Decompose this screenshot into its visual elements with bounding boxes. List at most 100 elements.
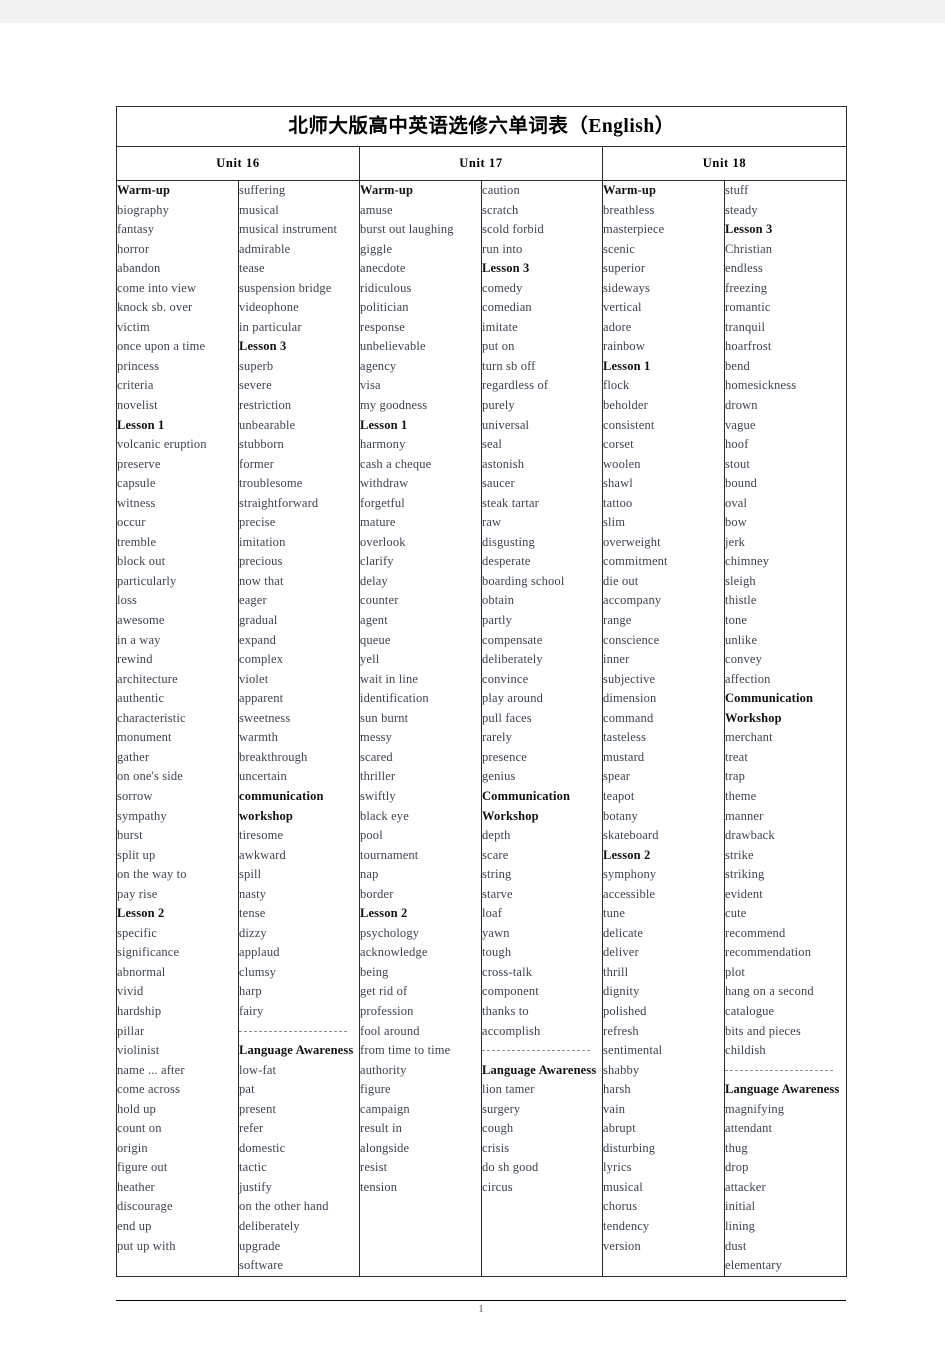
word-entry: regardless of [482, 378, 549, 393]
word-entry: tactic [239, 1160, 267, 1175]
word-entry: harsh [603, 1082, 631, 1097]
word-entry: once upon a time [117, 339, 206, 354]
word-entry: princess [117, 358, 160, 373]
word-entry: woolen [603, 456, 641, 471]
table-title-row: 北师大版高中英语选修六单词表（English） [115, 106, 848, 147]
word-entry: horror [117, 241, 150, 256]
section-heading: Language Awareness [725, 1082, 840, 1097]
word-entry: corset [603, 437, 634, 452]
word-entry: manner [725, 808, 764, 823]
word-entry: slim [603, 515, 626, 530]
word-entry: presence [482, 749, 527, 764]
word-entry: convey [725, 652, 762, 667]
word-entry: beholder [603, 398, 648, 413]
word-entry: low-fat [239, 1062, 277, 1077]
word-entry: striking [725, 867, 765, 882]
word-entry: genius [482, 769, 516, 784]
word-entry: stout [725, 456, 751, 471]
word-entry: applaud [239, 945, 280, 960]
word-entry: merchant [725, 730, 773, 745]
word-entry: tiresome [239, 828, 284, 843]
word-entry: domestic [239, 1140, 286, 1155]
word-entry: hoarfrost [725, 339, 772, 354]
word-entry: rewind [117, 652, 153, 667]
unit-header-1: Unit 16 [116, 146, 360, 181]
word-entry: in particular [239, 319, 302, 334]
word-entry: caution [482, 183, 520, 197]
word-column: caution scratch scold forbid run into Lesson… [481, 180, 603, 1277]
word-entry: do sh good [482, 1160, 539, 1175]
page-title-close: ） [654, 116, 675, 137]
vocabulary-table: 北师大版高中英语选修六单词表（English） Unit 16 Unit 17 Un… [115, 106, 848, 1277]
word-entry: expand [239, 632, 276, 647]
word-entry: precise [239, 515, 276, 530]
word-entry: attendant [725, 1121, 773, 1136]
word-entry: warmth [239, 730, 279, 745]
word-entry: being [360, 964, 389, 979]
word-entry: initial [725, 1199, 756, 1214]
word-entry: discourage [117, 1199, 173, 1214]
word-entry: cross-talk [482, 964, 533, 979]
word-entry: suffering [239, 183, 286, 197]
word-entry: black eye [360, 808, 409, 823]
word-entry: come across [117, 1082, 181, 1097]
word-entry: purely [482, 398, 515, 413]
word-entry: vain [603, 1101, 626, 1116]
word-entry: version [603, 1238, 641, 1253]
word-entry: hardship [117, 1003, 162, 1018]
word-entry: forgetful [360, 495, 405, 510]
word-entry: steady [725, 202, 758, 217]
word-entry: apparent [239, 691, 284, 706]
section-heading: Lesson 3 [482, 261, 530, 276]
section-heading: Lesson 3 [239, 339, 287, 354]
word-entry: response [360, 319, 405, 334]
word-entry: eager [239, 593, 267, 608]
vocabulary-sheet: 北师大版高中英语选修六单词表（English） Unit 16 Unit 17 Un… [115, 106, 848, 1277]
word-entry: universal [482, 417, 530, 432]
word-entry: loss [117, 593, 138, 608]
word-entry: die out [603, 573, 639, 588]
word-entry: clarify [360, 554, 394, 569]
word-entry: magnifying [725, 1101, 785, 1116]
word-entry: delay [360, 573, 388, 588]
footer-rule [116, 1300, 846, 1301]
word-entry: wait in line [360, 671, 419, 686]
word-entry: justify [239, 1179, 272, 1194]
section-divider [239, 1022, 359, 1042]
word-entry: particularly [117, 573, 177, 588]
word-entry: desperate [482, 554, 531, 569]
word-list: Warm-up biography fantasy horror abandon come… [117, 181, 238, 1256]
word-entry: name ... after [117, 1062, 185, 1077]
word-entry: volcanic eruption [117, 437, 207, 452]
word-entry: deliberately [239, 1218, 300, 1233]
word-entry: overlook [360, 534, 406, 549]
word-entry: Christian [725, 241, 773, 256]
word-entry: jerk [725, 534, 746, 549]
word-entry: cash a cheque [360, 456, 432, 471]
word-entry: now that [239, 573, 284, 588]
word-entry: chorus [603, 1199, 638, 1214]
word-entry: abnormal [117, 964, 166, 979]
unit-header-3: Unit 18 [601, 146, 848, 181]
word-entry: obtain [482, 593, 515, 608]
word-entry: resist [360, 1160, 388, 1175]
word-entry: drawback [725, 828, 775, 843]
word-entry: complex [239, 652, 284, 667]
word-entry: oval [725, 495, 748, 510]
word-entry: dust [725, 1238, 747, 1253]
word-entry: occur [117, 515, 146, 530]
section-heading: Lesson 2 [603, 847, 651, 862]
word-entry: agent [360, 613, 388, 628]
word-entry: monument [117, 730, 172, 745]
word-list: suffering musical musical instrument admira… [239, 181, 359, 1276]
word-entry: astonish [482, 456, 525, 471]
word-entry: vivid [117, 984, 144, 999]
word-entry: precious [239, 554, 283, 569]
word-entry: queue [360, 632, 391, 647]
word-entry: preserve [117, 456, 161, 471]
word-entry: refer [239, 1121, 264, 1136]
word-entry: scenic [603, 241, 636, 256]
word-entry: acknowledge [360, 945, 428, 960]
word-entry: thistle [725, 593, 757, 608]
word-entry: botany [603, 808, 638, 823]
